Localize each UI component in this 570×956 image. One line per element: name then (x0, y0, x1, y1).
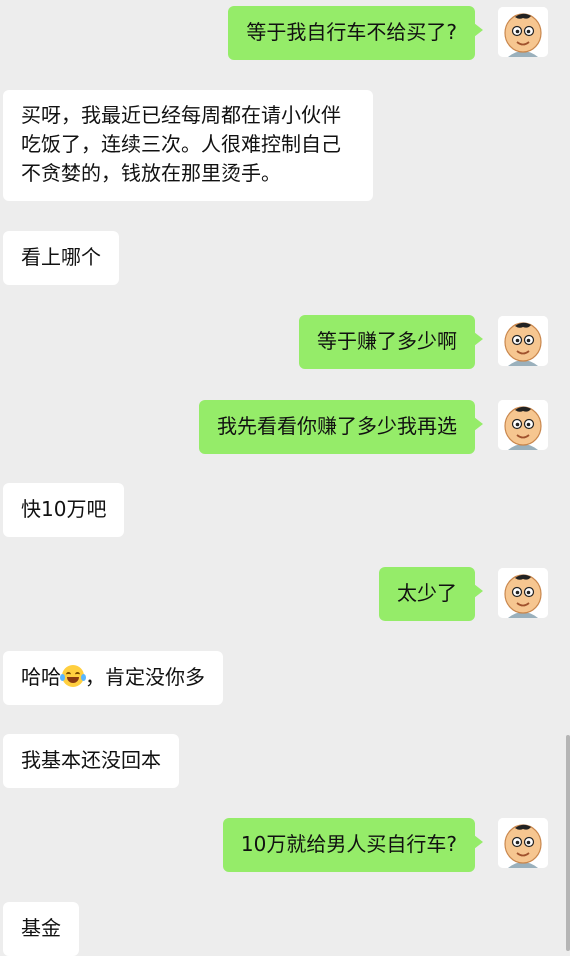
message-bubble-received[interactable]: 快10万吧 (3, 483, 125, 537)
chat-history: 等于我自行车不给买了? 买呀，我最近已经每周都在请小伙伴吃饭了，连续三次。人很难… (0, 0, 570, 956)
message-text: 哈哈 (21, 665, 61, 689)
message-bubble-sent[interactable]: 太少了 (379, 567, 483, 621)
user-avatar[interactable] (498, 400, 548, 450)
message-bubble-received[interactable]: 哈哈 ，肯定没你多 (3, 651, 223, 705)
cartoon-boy-avatar-icon (498, 400, 548, 450)
user-avatar[interactable] (498, 316, 548, 366)
message-bubble-received[interactable]: 基金 (3, 902, 79, 956)
message-bubble-sent[interactable]: 10万就给男人买自行车? (222, 818, 484, 872)
cartoon-boy-avatar-icon (498, 7, 548, 57)
user-avatar[interactable] (498, 818, 548, 868)
message-bubble-sent[interactable]: 等于我自行车不给买了? (228, 6, 483, 60)
message-bubble-received[interactable]: 看上哪个 (3, 231, 119, 285)
message-bubble-sent[interactable]: 等于赚了多少啊 (299, 315, 483, 369)
message-bubble-received[interactable]: 买呀，我最近已经每周都在请小伙伴吃饭了，连续三次。人很难控制自己不贪婪的，钱放在… (3, 90, 373, 201)
cartoon-boy-avatar-icon (498, 568, 548, 618)
user-avatar[interactable] (498, 7, 548, 57)
user-avatar[interactable] (498, 568, 548, 618)
cartoon-boy-avatar-icon (498, 316, 548, 366)
scrollbar[interactable] (566, 735, 570, 951)
message-bubble-received[interactable]: 我基本还没回本 (3, 734, 179, 788)
laughing-tears-emoji-icon (60, 665, 86, 687)
message-bubble-sent[interactable]: 我先看看你赚了多少我再选 (199, 400, 483, 454)
message-text: ，肯定没你多 (85, 665, 205, 689)
cartoon-boy-avatar-icon (498, 818, 548, 868)
